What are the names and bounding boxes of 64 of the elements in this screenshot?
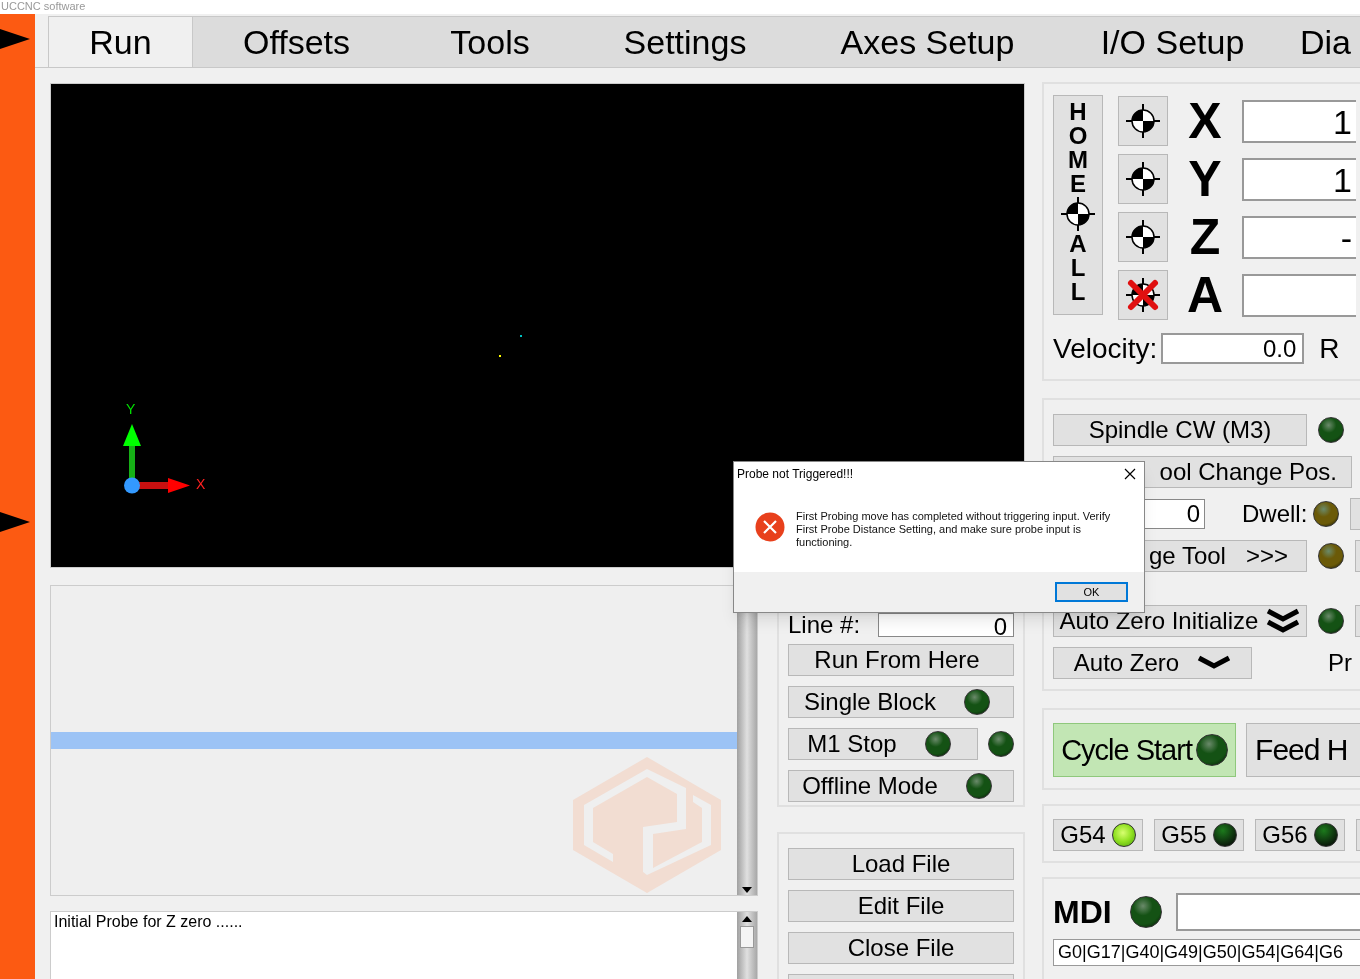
mdi-input[interactable] bbox=[1175, 893, 1360, 931]
button[interactable]: Run From Here bbox=[788, 644, 1014, 676]
chevron-icon bbox=[1197, 655, 1232, 671]
tab[interactable]: Run bbox=[48, 16, 193, 67]
axis-label: Y bbox=[126, 402, 136, 416]
scroll-up-icon[interactable] bbox=[741, 914, 753, 924]
line-number-label: Line #: bbox=[788, 613, 862, 637]
velocity-field: 0.0 bbox=[1161, 333, 1305, 364]
home-axis-button[interactable] bbox=[1118, 154, 1168, 204]
position-field: 1 bbox=[1242, 157, 1356, 201]
feed-hold-button[interactable]: Feed H bbox=[1246, 723, 1360, 777]
work-offset-button[interactable]: G56 bbox=[1255, 819, 1345, 851]
tab[interactable]: Offsets bbox=[193, 16, 400, 67]
dwell-label: Dwell: bbox=[1242, 502, 1308, 526]
arrow-right-icon[interactable] bbox=[0, 512, 30, 532]
position-field: - bbox=[1242, 215, 1356, 259]
tab[interactable]: Dia bbox=[1280, 16, 1360, 67]
button[interactable]: Single Block bbox=[788, 686, 1014, 718]
target-icon bbox=[1125, 219, 1161, 255]
axis-letter: Z bbox=[1188, 212, 1222, 262]
button[interactable]: Spindle CW (M3) bbox=[1053, 414, 1307, 446]
home-axis-button[interactable] bbox=[1118, 212, 1168, 262]
work-offset-button[interactable]: G55 bbox=[1154, 819, 1244, 851]
tab[interactable]: Axes Setup bbox=[790, 16, 1065, 67]
probe-label: Pr bbox=[1328, 651, 1352, 675]
line-number-field: 0 bbox=[878, 613, 1014, 637]
arrow-right-icon[interactable] bbox=[0, 29, 30, 49]
scroll-thumb[interactable] bbox=[740, 926, 754, 948]
target-crossed-icon bbox=[1125, 277, 1161, 313]
tab[interactable]: Settings bbox=[580, 16, 790, 67]
ok-button[interactable]: OK bbox=[1055, 582, 1128, 602]
button[interactable]: Close File bbox=[788, 932, 1014, 964]
status-message: Initial Probe for Z zero ...... bbox=[53, 912, 244, 932]
home-axis-button[interactable] bbox=[1118, 270, 1168, 320]
dialog-title: Probe not Triggered!!! bbox=[737, 468, 854, 480]
target-icon bbox=[1125, 161, 1161, 197]
home-all-button[interactable]: HOME ALL bbox=[1053, 95, 1103, 315]
axis-label: X bbox=[196, 477, 206, 491]
double-chevron-icon bbox=[1266, 608, 1301, 634]
tab[interactable]: I/O Setup bbox=[1065, 16, 1280, 67]
button[interactable]: M1 Stop bbox=[788, 728, 978, 760]
button[interactable]: Load File bbox=[788, 848, 1014, 880]
button[interactable]: Offline Mode bbox=[788, 770, 1014, 802]
position-field: 1 bbox=[1242, 99, 1356, 143]
error-icon bbox=[755, 512, 785, 542]
cycle-start-button[interactable]: Cycle Start bbox=[1053, 723, 1237, 777]
button[interactable]: Edit File bbox=[788, 890, 1014, 922]
target-icon bbox=[1060, 196, 1096, 232]
mdi-label: MDI bbox=[1053, 896, 1112, 928]
work-offset-button[interactable]: G54 bbox=[1053, 819, 1143, 851]
target-icon bbox=[1125, 103, 1161, 139]
axis-letter: A bbox=[1185, 270, 1225, 320]
button[interactable]: Auto Zero Initialize bbox=[1053, 605, 1307, 637]
velocity-label: Velocity: bbox=[1053, 334, 1158, 363]
close-icon[interactable] bbox=[1124, 468, 1136, 480]
window-title: UCCNC software bbox=[0, 0, 1360, 14]
scroll-down-icon[interactable] bbox=[741, 885, 753, 895]
modal-codes-field: G0|G17|G40|G49|G50|G54|G64|G6 bbox=[1053, 939, 1360, 966]
rpm-label: R bbox=[1319, 334, 1340, 363]
axis-letter: X bbox=[1187, 96, 1223, 146]
home-axis-button[interactable] bbox=[1118, 96, 1168, 146]
button[interactable]: Auto Zero bbox=[1053, 647, 1252, 679]
tab[interactable]: Tools bbox=[400, 16, 580, 67]
axis-letter: Y bbox=[1187, 154, 1223, 204]
